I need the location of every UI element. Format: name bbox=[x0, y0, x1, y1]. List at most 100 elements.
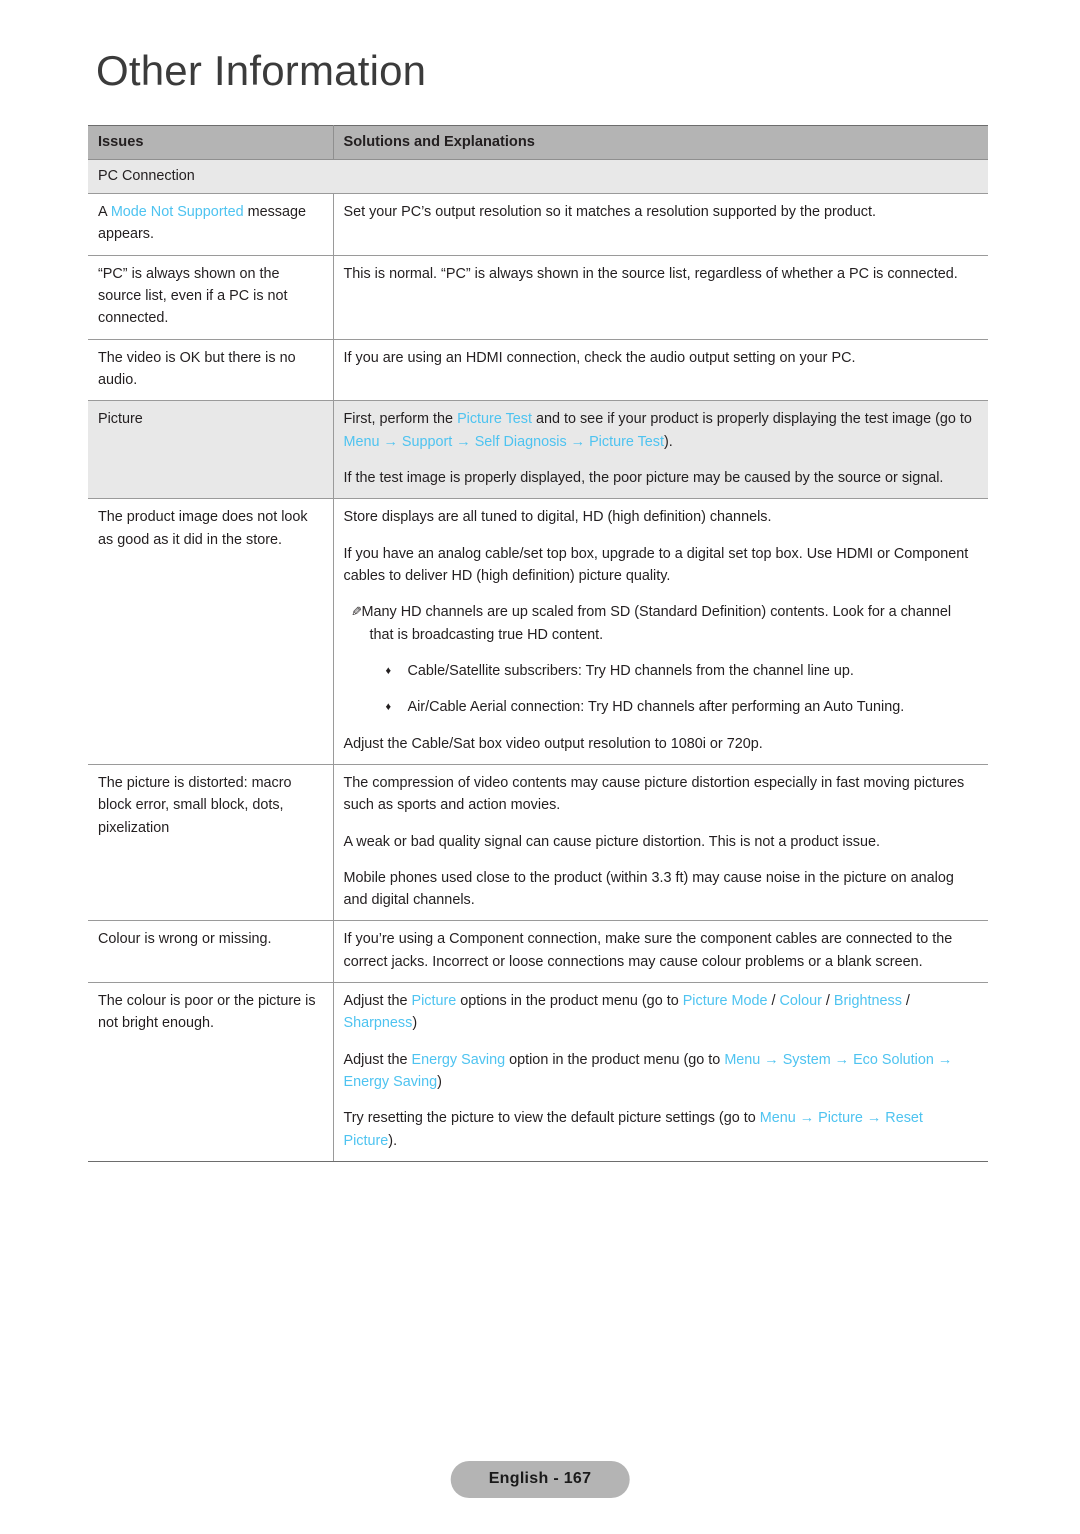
bullet-paragraph: ♦ Cable/Satellite subscribers: Try HD cha… bbox=[344, 660, 979, 682]
body-text: ). bbox=[664, 433, 673, 450]
table-section-row: PC Connection bbox=[88, 159, 988, 194]
body-text: and to see if your product is properly d… bbox=[531, 411, 972, 428]
body-text: Cable/Satellite subscribers: Try HD chan… bbox=[407, 662, 854, 679]
issue-cell: The colour is poor or the picture is not… bbox=[88, 982, 334, 1163]
body-text: / bbox=[821, 993, 834, 1010]
body-text: First, perform the bbox=[343, 411, 458, 428]
solution-cell: Adjust the Picture options in the produc… bbox=[333, 982, 988, 1163]
issue-cell: Colour is wrong or missing. bbox=[88, 920, 334, 984]
body-text: Store displays are all tuned to digital,… bbox=[343, 509, 772, 526]
section-label: PC Connection bbox=[88, 159, 988, 194]
body-text: / bbox=[901, 993, 910, 1010]
issue-cell: A Mode Not Supported message appears. bbox=[88, 193, 334, 256]
body-text: Try resetting the picture to view the de… bbox=[343, 1110, 760, 1127]
body-text: Adjust the bbox=[343, 993, 412, 1010]
column-header-issues: Issues bbox=[88, 125, 334, 160]
menu-link-text: → bbox=[933, 1051, 953, 1068]
issue-cell: The video is OK but there is no audio. bbox=[88, 339, 334, 402]
troubleshooting-table-wrap: Issues Solutions and Explanations PC Con… bbox=[88, 125, 988, 1163]
body-text: “PC” is always shown on the source list,… bbox=[98, 265, 288, 327]
menu-link-text: Picture Test bbox=[457, 411, 532, 428]
solution-paragraph: If you’re using a Component connection, … bbox=[344, 928, 979, 973]
issue-cell: The picture is distorted: macro block er… bbox=[88, 764, 334, 922]
solution-paragraph: First, perform the Picture Test and to s… bbox=[344, 408, 979, 453]
table-header-row: Issues Solutions and Explanations bbox=[88, 125, 988, 160]
solution-paragraph: If the test image is properly displayed,… bbox=[344, 467, 979, 489]
menu-link-text: → bbox=[379, 433, 402, 450]
table-row: The picture is distorted: macro block er… bbox=[88, 764, 988, 922]
menu-link-text: → bbox=[795, 1110, 819, 1127]
solution-cell: This is normal. “PC” is always shown in … bbox=[333, 255, 988, 340]
solution-paragraph: Store displays are all tuned to digital,… bbox=[344, 506, 979, 528]
page-footer-badge: English - 167 bbox=[450, 1461, 630, 1498]
solution-paragraph: This is normal. “PC” is always shown in … bbox=[344, 263, 979, 285]
body-text: The picture is distorted: macro block er… bbox=[98, 774, 292, 836]
solution-cell: Set your PC’s output resolution so it ma… bbox=[333, 193, 988, 256]
menu-link-text: Mode Not Supported bbox=[110, 203, 244, 220]
note-pencil-icon: ✎ bbox=[350, 604, 362, 620]
table-row: A Mode Not Supported message appears. Set… bbox=[88, 193, 988, 256]
issue-cell: Picture bbox=[88, 400, 334, 500]
body-text: If you’re using a Component connection, … bbox=[343, 931, 953, 970]
solution-paragraph: If you are using an HDMI connection, che… bbox=[344, 347, 979, 369]
issue-cell: “PC” is always shown on the source list,… bbox=[88, 255, 334, 340]
table-row: “PC” is always shown on the source list,… bbox=[88, 255, 988, 340]
bullet-paragraph: ♦ Air/Cable Aerial connection: Try HD cha… bbox=[344, 696, 979, 718]
solution-cell: Store displays are all tuned to digital,… bbox=[333, 498, 988, 765]
body-text: ). bbox=[388, 1132, 398, 1149]
solution-paragraph: Adjust the Picture options in the produc… bbox=[344, 990, 979, 1035]
body-text: ) bbox=[412, 1015, 418, 1032]
menu-link-text: Picture bbox=[411, 993, 457, 1010]
body-text: option in the product menu (go to bbox=[505, 1051, 725, 1068]
menu-link-text: → bbox=[862, 1110, 886, 1127]
troubleshooting-table: Issues Solutions and Explanations PC Con… bbox=[88, 125, 988, 1163]
solution-paragraph: Adjust the Energy Saving option in the p… bbox=[344, 1049, 979, 1094]
solution-cell: First, perform the Picture Test and to s… bbox=[333, 400, 988, 500]
table-body: PC Connection A Mode Not Supported messag… bbox=[88, 159, 988, 1163]
body-text: Many HD channels are up scaled from SD (… bbox=[361, 604, 952, 643]
menu-link-text: → bbox=[830, 1051, 854, 1068]
menu-link-text: Picture Mode bbox=[682, 993, 768, 1010]
body-text: The compression of video contents may ca… bbox=[343, 774, 965, 814]
solution-paragraph: A weak or bad quality signal can cause p… bbox=[344, 831, 979, 853]
body-text: A bbox=[98, 203, 111, 220]
table-row: The product image does not look as good … bbox=[88, 498, 988, 765]
menu-link-text: Picture bbox=[818, 1110, 863, 1127]
solution-paragraph: Adjust the Cable/Sat box video output re… bbox=[344, 733, 979, 755]
solution-paragraph: Try resetting the picture to view the de… bbox=[344, 1107, 979, 1152]
solution-paragraph: Set your PC’s output resolution so it ma… bbox=[344, 201, 979, 223]
body-text: The colour is poor or the picture is not… bbox=[98, 993, 316, 1032]
body-text: If the test image is properly displayed,… bbox=[343, 469, 944, 486]
table-row: Picture First, perform the Picture Test a… bbox=[88, 400, 988, 500]
body-text: / bbox=[767, 993, 780, 1010]
table-row: The video is OK but there is no audio. If… bbox=[88, 339, 988, 402]
menu-link-text: Colour bbox=[779, 993, 822, 1010]
menu-link-text: → bbox=[760, 1051, 783, 1068]
menu-link-text: Brightness bbox=[833, 993, 902, 1010]
body-text: If you are using an HDMI connection, che… bbox=[343, 349, 856, 366]
body-text: Set your PC’s output resolution so it ma… bbox=[343, 203, 877, 220]
body-text: Adjust the bbox=[343, 1051, 412, 1068]
menu-link-text: Sharpness bbox=[343, 1015, 413, 1032]
body-text: Adjust the Cable/Sat box video output re… bbox=[343, 735, 763, 752]
body-text: The product image does not look as good … bbox=[98, 509, 308, 548]
menu-link-text: → bbox=[566, 433, 590, 450]
body-text: If you have an analog cable/set top box,… bbox=[343, 545, 969, 584]
menu-link-text: Menu bbox=[343, 433, 380, 450]
body-text: Picture bbox=[98, 411, 143, 428]
solution-cell: If you’re using a Component connection, … bbox=[333, 920, 988, 984]
column-header-solutions: Solutions and Explanations bbox=[333, 125, 988, 160]
solution-cell: If you are using an HDMI connection, che… bbox=[333, 339, 988, 402]
menu-link-text: Energy Saving bbox=[343, 1074, 438, 1091]
table-row: The colour is poor or the picture is not… bbox=[88, 982, 988, 1163]
body-text: ) bbox=[437, 1074, 442, 1091]
body-text: Colour is wrong or missing. bbox=[98, 931, 272, 948]
bullet-diamond-icon: ♦ bbox=[385, 701, 392, 714]
menu-link-text: Picture Test bbox=[589, 433, 664, 450]
menu-link-text: System bbox=[782, 1051, 831, 1068]
table-header: Issues Solutions and Explanations bbox=[88, 125, 988, 160]
body-text: options in the product menu (go to bbox=[456, 993, 683, 1010]
solution-paragraph: If you have an analog cable/set top box,… bbox=[344, 543, 979, 588]
menu-link-text: Menu bbox=[759, 1110, 796, 1127]
bullet-diamond-icon: ♦ bbox=[385, 664, 392, 677]
